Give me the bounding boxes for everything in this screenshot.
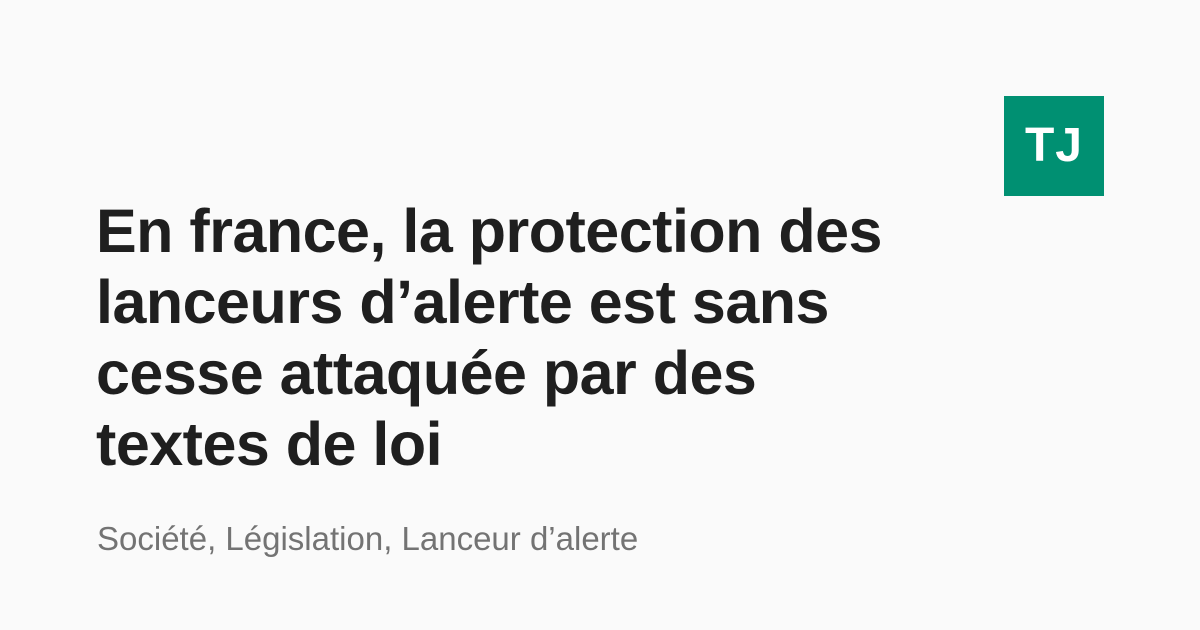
article-title: En france, la protection des lanceurs d’… <box>96 196 976 480</box>
article-tags: Société, Législation, Lanceur d’alerte <box>97 520 639 557</box>
logo-badge: TJ <box>1004 96 1104 196</box>
title-line: cesse attaquée par des <box>96 339 757 407</box>
title-line: lanceurs d’alerte est sans <box>96 268 829 336</box>
title-line: En france, la protection des <box>96 197 882 265</box>
title-line: textes de loi <box>96 410 443 478</box>
